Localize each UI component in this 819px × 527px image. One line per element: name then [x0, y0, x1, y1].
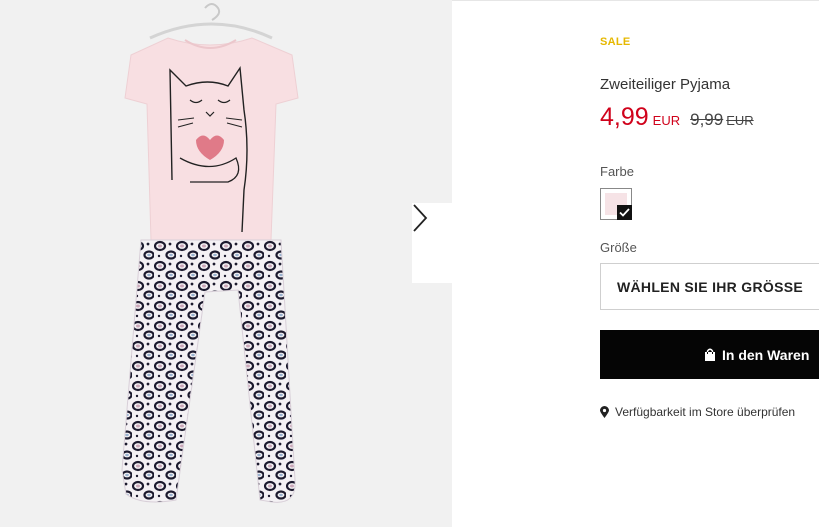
product-image-gallery[interactable] [0, 0, 452, 527]
current-price: 4,99 [600, 103, 649, 131]
chevron-right-icon [413, 204, 428, 232]
current-price-currency: EUR [652, 113, 681, 128]
checkmark-icon [617, 205, 632, 220]
original-price: 9,99 [690, 110, 724, 129]
color-swatch-selected[interactable] [600, 188, 632, 220]
size-select[interactable]: WÄHLEN SIE IHR GRÖSSE [600, 263, 819, 310]
sale-badge: SALE [600, 36, 631, 48]
price-row: 4,99 EUR 9,99 EUR [600, 103, 754, 132]
original-price-currency: EUR [726, 113, 754, 128]
shopping-bag-icon [705, 348, 715, 361]
size-label: Größe [600, 240, 637, 255]
product-title: Zweiteiliger Pyjama [600, 76, 731, 93]
check-store-availability-link[interactable]: Verfügbarkeit im Store überprüfen [600, 405, 795, 419]
product-image [121, 3, 299, 503]
product-info-panel: SALE Zweiteiliger Pyjama 4,99 EUR 9,99 EUR … [600, 0, 819, 527]
next-image-button[interactable] [412, 203, 452, 283]
color-label: Farbe [600, 164, 634, 179]
add-to-cart-label: In den Waren [722, 346, 810, 363]
store-availability-label: Verfügbarkeit im Store überprüfen [615, 405, 796, 419]
location-pin-icon [600, 406, 609, 418]
add-to-cart-button[interactable]: In den Waren [600, 330, 819, 379]
